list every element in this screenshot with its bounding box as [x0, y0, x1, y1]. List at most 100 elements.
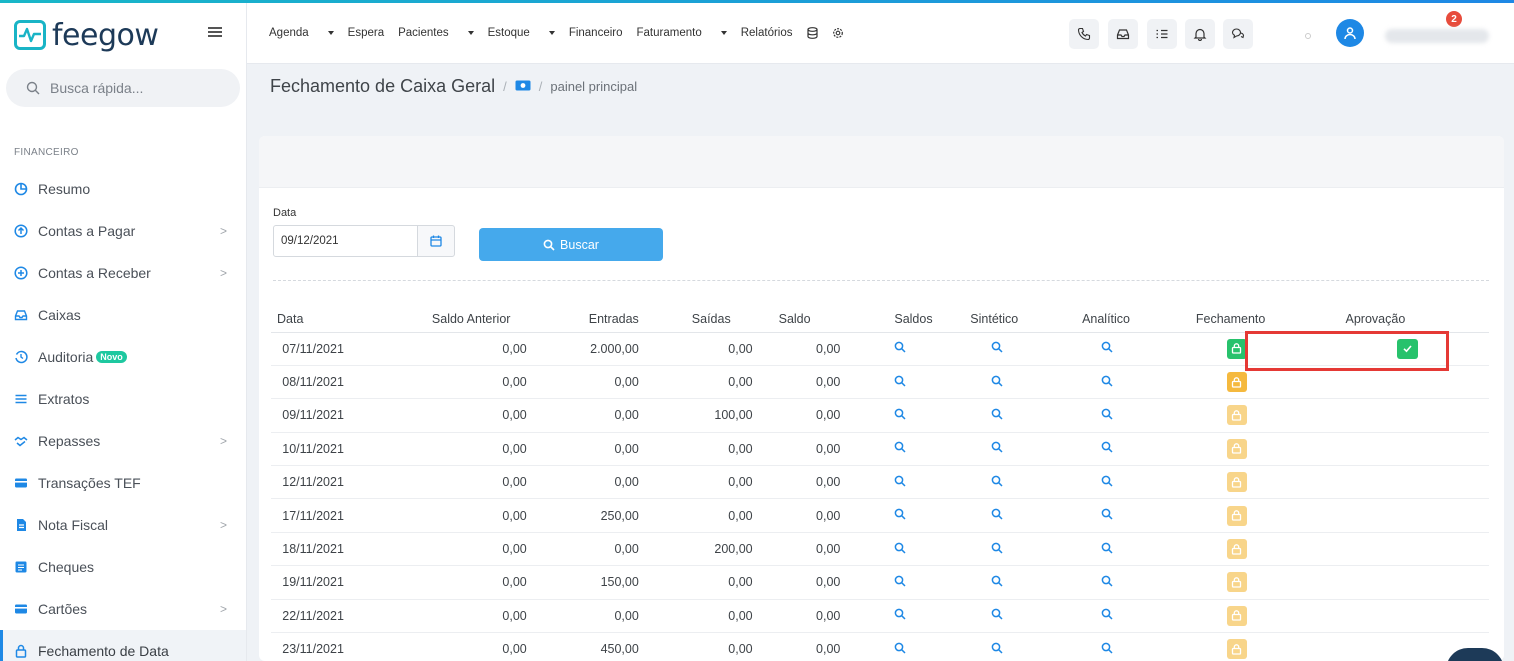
chat-button[interactable] — [1223, 19, 1253, 49]
inbox-button[interactable] — [1108, 19, 1138, 49]
magnifier-icon[interactable] — [894, 575, 906, 590]
date-picker-button[interactable] — [417, 225, 455, 257]
magnifier-icon[interactable] — [991, 341, 1003, 356]
hamburger-menu-icon[interactable] — [208, 27, 222, 37]
gear-icon[interactable] — [832, 27, 844, 42]
magnifier-icon[interactable] — [991, 442, 1003, 456]
magnifier-icon[interactable] — [894, 642, 906, 657]
magnifier-icon[interactable] — [991, 375, 1003, 390]
cell-fechamento — [1153, 432, 1306, 467]
menu-relatorios[interactable]: Relatórios — [741, 27, 793, 42]
menu-agenda[interactable]: Agenda — [269, 27, 334, 42]
cash-register-icon[interactable] — [515, 78, 531, 96]
col-header-data[interactable]: Data — [271, 306, 344, 333]
magnifier-icon[interactable] — [991, 608, 1003, 623]
magnifier-icon[interactable] — [1101, 341, 1113, 356]
menu-espera[interactable]: Espera — [348, 27, 384, 42]
lock-button[interactable] — [1226, 605, 1247, 626]
avatar[interactable] — [1336, 19, 1364, 47]
col-header-sintetico[interactable]: Sintético — [940, 306, 1045, 333]
sidebar-item-label: Cheques — [38, 559, 95, 575]
sidebar-item-extratos[interactable]: Extratos — [0, 378, 246, 420]
sidebar-item-cheques[interactable]: Cheques — [0, 546, 246, 588]
lock-button[interactable] — [1226, 338, 1247, 359]
magnifier-icon[interactable] — [991, 575, 1003, 590]
cell-analitico — [1044, 565, 1154, 600]
cell-saldo-anterior: 0,00 — [343, 398, 527, 433]
magnifier-icon[interactable] — [1101, 475, 1113, 490]
sidebar-item-contas-a-pagar[interactable]: Contas a Pagar > — [0, 210, 246, 252]
sidebar-item-auditoria[interactable]: Auditoria Novo — [0, 336, 246, 378]
sidebar-item-contas-a-receber[interactable]: Contas a Receber > — [0, 252, 246, 294]
sidebar-item-fechamento-de-data[interactable]: Fechamento de Data — [0, 630, 246, 661]
username-redacted[interactable] — [1385, 29, 1489, 43]
cell-saldo-anterior: 0,00 — [343, 365, 527, 400]
magnifier-icon[interactable] — [894, 408, 906, 423]
magnifier-icon[interactable] — [1101, 608, 1113, 623]
lock-button[interactable] — [1226, 372, 1247, 393]
phone-button[interactable] — [1069, 19, 1099, 49]
date-input[interactable]: 09/12/2021 — [273, 225, 418, 257]
inbox-icon — [1116, 29, 1130, 40]
magnifier-icon[interactable] — [894, 608, 906, 623]
lock-button[interactable] — [1226, 472, 1247, 493]
cell-saldos — [840, 632, 941, 661]
cell-sintetico — [940, 332, 1045, 366]
magnifier-icon[interactable] — [991, 542, 1003, 557]
col-header-entradas[interactable]: Entradas — [526, 306, 639, 333]
magnifier-icon[interactable] — [991, 475, 1003, 490]
arrow-down-circle-icon — [14, 266, 28, 280]
col-header-aprovacao[interactable]: Aprovação — [1305, 306, 1489, 333]
magnifier-icon[interactable] — [1101, 642, 1113, 657]
col-header-fechamento[interactable]: Fechamento — [1153, 306, 1306, 333]
col-header-saidas[interactable]: Saídas — [638, 306, 753, 333]
cell-analitico — [1044, 599, 1154, 634]
cell-saldos — [840, 498, 941, 533]
magnifier-icon[interactable] — [1101, 408, 1113, 423]
tasks-button[interactable] — [1147, 19, 1177, 49]
magnifier-icon[interactable] — [1101, 575, 1113, 590]
col-header-saldo-anterior[interactable]: Saldo Anterior — [343, 306, 527, 333]
menu-financeiro[interactable]: Financeiro — [569, 27, 623, 42]
lock-button[interactable] — [1226, 405, 1247, 426]
magnifier-icon[interactable] — [894, 341, 906, 356]
magnifier-icon[interactable] — [991, 508, 1003, 523]
col-header-saldos[interactable]: Saldos — [840, 306, 941, 333]
magnifier-icon[interactable] — [894, 508, 906, 523]
magnifier-icon[interactable] — [894, 442, 906, 456]
lock-button[interactable] — [1226, 539, 1247, 560]
magnifier-icon[interactable] — [991, 642, 1003, 657]
notification-count-badge: 2 — [1446, 11, 1462, 27]
menu-faturamento[interactable]: Faturamento — [637, 27, 727, 42]
magnifier-icon[interactable] — [1101, 442, 1113, 456]
sidebar-item-cartoes[interactable]: Cartões > — [0, 588, 246, 630]
notifications-button[interactable] — [1185, 19, 1215, 49]
search-button[interactable]: Buscar — [479, 228, 663, 261]
sidebar-item-resumo[interactable]: Resumo — [0, 168, 246, 210]
magnifier-icon[interactable] — [894, 375, 906, 390]
magnifier-icon[interactable] — [894, 475, 906, 490]
new-badge: Novo — [96, 351, 127, 363]
magnifier-icon[interactable] — [1101, 508, 1113, 523]
menu-pacientes[interactable]: Pacientes — [398, 27, 474, 42]
menu-estoque[interactable]: Estoque — [488, 27, 555, 42]
cell-saldo-anterior: 0,00 — [343, 565, 527, 600]
col-header-analitico[interactable]: Analítico — [1044, 306, 1154, 333]
magnifier-icon[interactable] — [1101, 542, 1113, 557]
col-header-saldo[interactable]: Saldo — [752, 306, 841, 333]
sidebar-item-transacoes-tef[interactable]: Transações TEF — [0, 462, 246, 504]
logo[interactable]: feegow — [14, 17, 159, 53]
cell-saldos — [840, 599, 941, 634]
magnifier-icon[interactable] — [991, 408, 1003, 423]
lock-button[interactable] — [1226, 639, 1247, 660]
sidebar-item-nota-fiscal[interactable]: Nota Fiscal > — [0, 504, 246, 546]
sidebar-item-caixas[interactable]: Caixas — [0, 294, 246, 336]
sidebar-item-repasses[interactable]: Repasses > — [0, 420, 246, 462]
database-icon[interactable] — [806, 27, 818, 42]
magnifier-icon[interactable] — [1101, 375, 1113, 390]
lock-button[interactable] — [1226, 438, 1247, 459]
quick-search-input[interactable]: Busca rápida... — [6, 69, 240, 107]
magnifier-icon[interactable] — [894, 542, 906, 557]
lock-button[interactable] — [1226, 505, 1247, 526]
lock-button[interactable] — [1226, 572, 1247, 593]
